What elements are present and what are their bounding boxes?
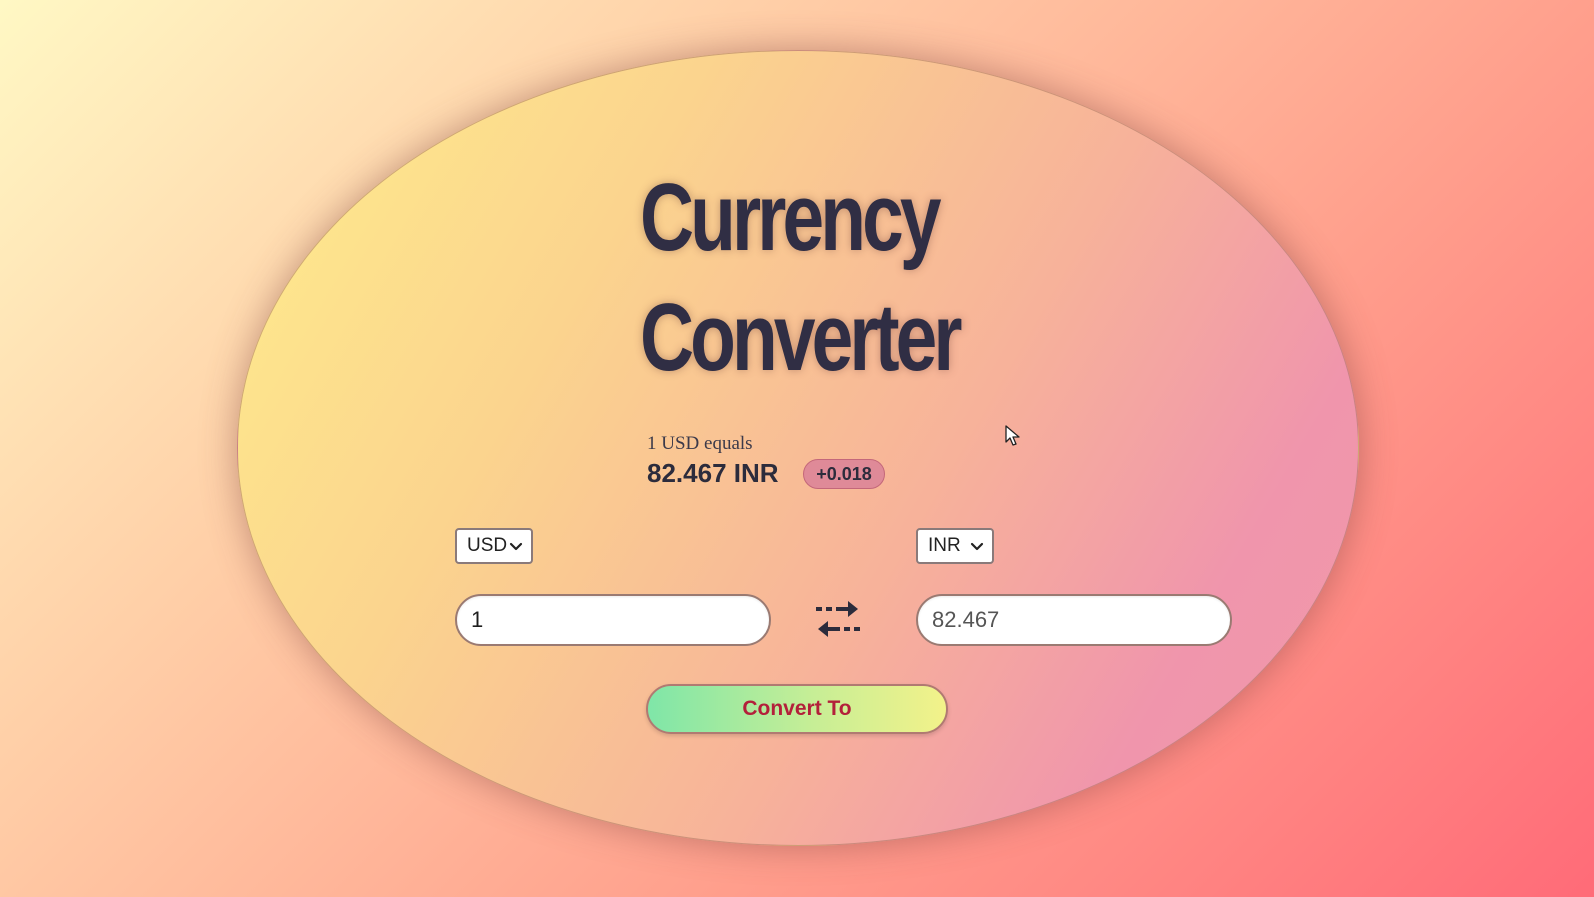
mouse-pointer-icon	[1005, 425, 1020, 446]
rate-change-badge: +0.018	[803, 459, 885, 489]
page-title: Currency Converter	[640, 158, 963, 398]
title-line-1: Currency	[640, 164, 941, 271]
chevron-down-icon	[509, 542, 523, 551]
to-currency-select[interactable]: INR	[916, 528, 994, 564]
chevron-down-icon	[970, 542, 984, 551]
convert-button[interactable]: Convert To	[646, 684, 948, 734]
from-amount-input[interactable]: 1	[455, 594, 771, 646]
rate-value: 82.467 INR	[647, 458, 779, 488]
from-currency-value: USD	[467, 535, 508, 556]
title-line-2: Converter	[640, 284, 963, 391]
to-amount-input[interactable]: 82.467	[916, 594, 1232, 646]
to-currency-value: INR	[928, 535, 961, 556]
swap-arrows-icon[interactable]	[814, 597, 862, 641]
rate-label: 1 USD equals	[647, 433, 753, 454]
from-currency-select[interactable]: USD	[455, 528, 533, 564]
